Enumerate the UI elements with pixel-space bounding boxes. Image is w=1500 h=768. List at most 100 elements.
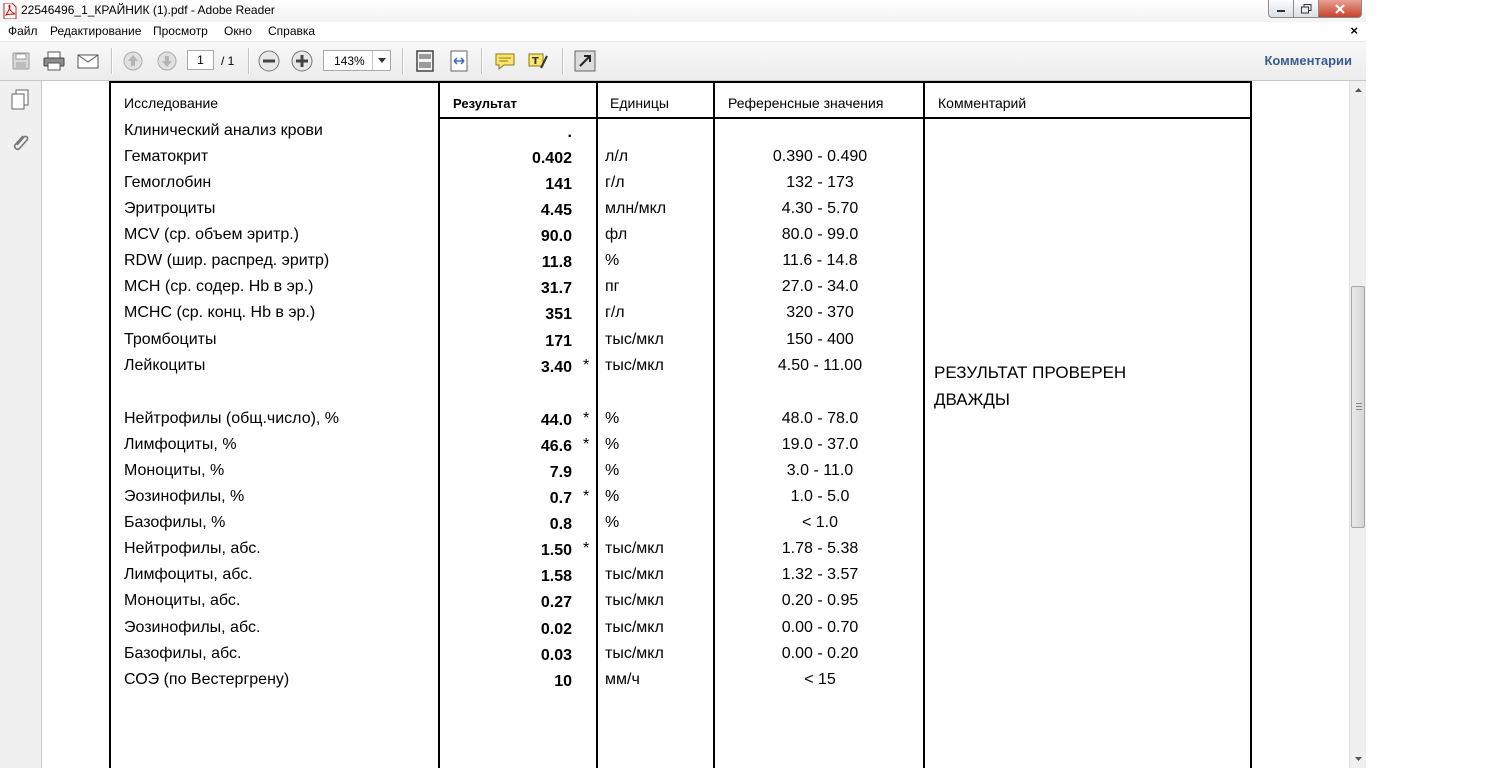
fit-width-icon bbox=[450, 50, 468, 72]
toolbar-separator bbox=[481, 48, 483, 74]
study-name: Тромбоциты bbox=[124, 331, 217, 348]
menu-file[interactable]: Файл bbox=[8, 24, 38, 38]
svg-text:T: T bbox=[532, 56, 539, 67]
window-controls bbox=[1268, 0, 1362, 18]
table-row: Нейтрофилы, абс. 1.50 * тыс/мкл 1.78 - 5.38 bbox=[42, 540, 1342, 566]
unit: % bbox=[605, 252, 620, 269]
study-name: Базофилы, абс. bbox=[124, 645, 242, 662]
comments-pane-link[interactable]: Комментарии bbox=[1264, 53, 1352, 68]
page-number-input[interactable] bbox=[187, 50, 214, 70]
menu-view[interactable]: Просмотр bbox=[153, 24, 208, 38]
scrollbar-grip bbox=[1356, 409, 1362, 410]
result-value: 7.9 bbox=[549, 464, 572, 481]
result-value: 3.40 bbox=[540, 359, 572, 376]
close-window-button[interactable] bbox=[1319, 0, 1362, 18]
unit: пг bbox=[605, 278, 620, 295]
save-icon bbox=[12, 52, 30, 70]
reference-range: < 1.0 bbox=[801, 514, 839, 531]
unit: млн/мкл bbox=[605, 200, 667, 217]
toolbar-separator bbox=[111, 48, 113, 74]
header-comment: Комментарий bbox=[938, 95, 1027, 111]
reference-range: 150 - 400 bbox=[786, 331, 854, 348]
reference-range: 320 - 370 bbox=[786, 304, 854, 321]
result-value: 1.58 bbox=[540, 568, 572, 585]
study-name: Нейтрофилы, абс. bbox=[124, 540, 261, 557]
email-button[interactable] bbox=[75, 49, 101, 73]
unit: тыс/мкл bbox=[605, 566, 664, 583]
highlight-button[interactable]: T bbox=[525, 49, 551, 73]
maximize-button[interactable] bbox=[1294, 0, 1319, 18]
study-name: MCV (ср. объем эритр.) bbox=[124, 226, 299, 243]
result-value: 90.0 bbox=[540, 228, 572, 245]
table-row: Моноциты, абс. 0.27 тыс/мкл 0.20 - 0.95 bbox=[42, 592, 1342, 618]
fit-page-button[interactable] bbox=[412, 49, 438, 73]
zoom-out-button[interactable] bbox=[256, 49, 282, 73]
result-comment: РЕЗУЛЬТАТ ПРОВЕРЕН ДВАЖДЫ bbox=[934, 359, 1234, 413]
reference-range: 1.0 - 5.0 bbox=[790, 488, 850, 505]
previous-page-button[interactable] bbox=[120, 49, 146, 73]
unit: тыс/мкл bbox=[605, 331, 664, 348]
result-value: 171 bbox=[545, 333, 572, 350]
result-value: 10 bbox=[554, 673, 572, 690]
table-row: Лимфоциты, % 46.6 *% 19.0 - 37.0 bbox=[42, 436, 1342, 462]
scrollbar-thumb[interactable] bbox=[1351, 286, 1365, 528]
abnormal-flag: * bbox=[583, 540, 590, 557]
minimize-button[interactable] bbox=[1268, 0, 1294, 18]
unit: % bbox=[605, 436, 620, 453]
unit: % bbox=[605, 462, 620, 479]
zoom-out-icon bbox=[258, 50, 280, 72]
fit-width-button[interactable] bbox=[446, 49, 472, 73]
menu-edit[interactable]: Редактирование bbox=[50, 24, 141, 38]
table-row: Нейтрофилы (общ.число), % 44.0 *% 48.0 - 78… bbox=[42, 410, 1342, 436]
menu-window[interactable]: Окно bbox=[224, 24, 252, 38]
save-button[interactable] bbox=[8, 49, 34, 73]
abnormal-flag: * bbox=[583, 410, 590, 427]
unit: мм/ч bbox=[605, 671, 640, 688]
restore-icon bbox=[1300, 3, 1311, 13]
comment-line: РЕЗУЛЬТАТ ПРОВЕРЕН bbox=[934, 363, 1127, 382]
scrollbar-grip bbox=[1356, 403, 1362, 404]
zoom-dropdown-button[interactable] bbox=[372, 51, 390, 70]
pages-panel-button[interactable] bbox=[8, 88, 32, 112]
table-row: Эритроциты 4.45 млн/мкл 4.30 - 5.70 bbox=[42, 200, 1342, 226]
unit: г/л bbox=[605, 304, 625, 321]
scroll-down-button[interactable] bbox=[1350, 750, 1366, 767]
study-name: Базофилы, % bbox=[124, 514, 226, 531]
reference-range: 0.00 - 0.20 bbox=[781, 645, 859, 662]
menu-help[interactable]: Справка bbox=[268, 24, 315, 38]
zoom-select[interactable]: 143% bbox=[323, 50, 391, 71]
print-button[interactable] bbox=[41, 49, 67, 73]
reference-range: 11.6 - 14.8 bbox=[782, 252, 858, 269]
unit: л/л bbox=[605, 148, 629, 165]
study-name: Эозинофилы, абс. bbox=[124, 619, 261, 636]
unit: тыс/мкл bbox=[605, 645, 664, 662]
table-row: Тромбоциты 171 тыс/мкл 150 - 400 bbox=[42, 331, 1342, 357]
unit: тыс/мкл bbox=[605, 357, 664, 374]
pdf-file-icon bbox=[3, 3, 17, 19]
reference-range: 132 - 173 bbox=[786, 174, 854, 191]
unit: г/л bbox=[605, 174, 625, 191]
reference-range: 3.0 - 11.0 bbox=[786, 462, 854, 479]
document-view[interactable]: Исследование Результат Единицы Референсн… bbox=[42, 81, 1349, 768]
scroll-up-button[interactable] bbox=[1350, 81, 1366, 98]
page-down-icon bbox=[157, 51, 177, 71]
attachments-panel-button[interactable] bbox=[8, 131, 32, 155]
table-row: Эозинофилы, % 0.7 *% 1.0 - 5.0 bbox=[42, 488, 1342, 514]
close-icon bbox=[1335, 3, 1345, 14]
expand-button[interactable] bbox=[572, 49, 598, 73]
add-comment-button[interactable] bbox=[492, 49, 518, 73]
navigation-pane bbox=[0, 81, 42, 768]
study-name: Лимфоциты, абс. bbox=[124, 566, 253, 583]
table-row: СОЭ (по Вестергрену) 10 мм/ч < 15 bbox=[42, 671, 1342, 697]
result-value: . bbox=[567, 124, 572, 141]
result-value: 0.402 bbox=[531, 150, 572, 167]
study-name: Лейкоциты bbox=[124, 357, 206, 374]
zoom-in-button[interactable] bbox=[289, 49, 315, 73]
window-title: 22546496_1_КРАЙНИК (1).pdf - Adobe Reade… bbox=[21, 3, 275, 17]
reference-range: 27.0 - 34.0 bbox=[781, 278, 859, 295]
vertical-scrollbar[interactable] bbox=[1349, 81, 1366, 768]
study-name: Гемоглобин bbox=[124, 174, 212, 191]
close-document-button[interactable]: × bbox=[1350, 23, 1358, 38]
scroll-down-icon bbox=[1355, 756, 1362, 761]
next-page-button[interactable] bbox=[154, 49, 180, 73]
